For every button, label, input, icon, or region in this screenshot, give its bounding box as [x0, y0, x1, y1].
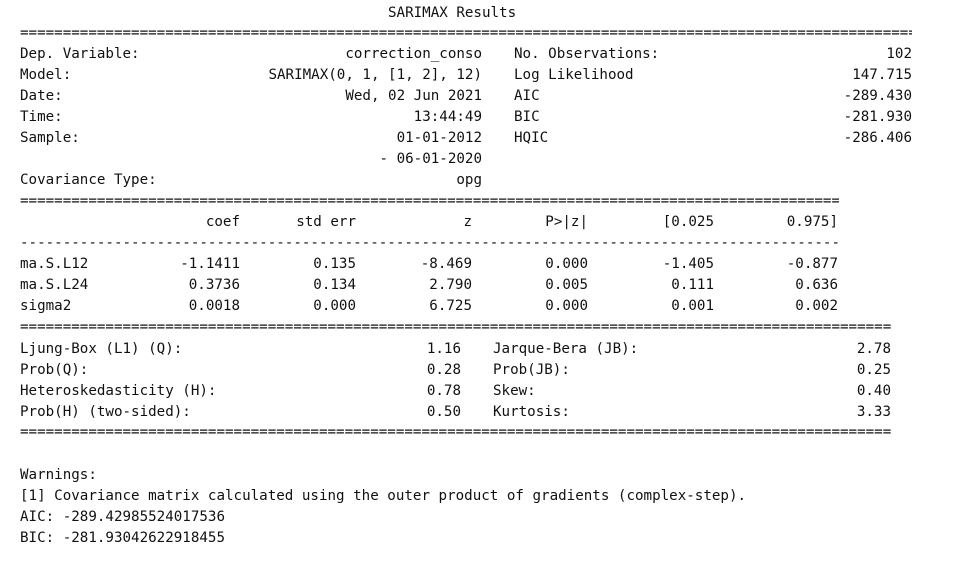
time-value: 13:44:49	[413, 109, 482, 125]
covariance-type-label: Covariance Type:	[20, 172, 157, 188]
p-value: 0.005	[545, 277, 588, 293]
ci-upper-value: -0.877	[786, 256, 838, 272]
hqic-label: HQIC	[514, 130, 549, 146]
ljung-box-value: 1.16	[426, 341, 461, 357]
aic-print-line: AIC: -289.42985524017536	[20, 509, 225, 525]
z-value: 2.790	[429, 277, 472, 293]
log-likelihood-label: Log Likelihood	[514, 67, 634, 83]
param-name: sigma2	[20, 298, 72, 314]
warnings-heading: Warnings:	[20, 467, 97, 483]
prob-h-value: 0.50	[426, 404, 461, 420]
warning-item: [1] Covariance matrix calculated using t…	[20, 488, 747, 504]
z-value: 6.725	[429, 298, 472, 314]
rule-double: ========================================…	[20, 196, 839, 206]
prob-jb-value: 0.25	[856, 362, 891, 378]
col-header-z: z	[463, 214, 472, 230]
std-err-value: 0.000	[313, 298, 356, 314]
col-header-ci-upper: 0.975]	[786, 214, 838, 230]
ci-lower-value: 0.001	[671, 298, 714, 314]
col-header-p-value: P>|z|	[545, 214, 588, 230]
skew-value: 0.40	[856, 383, 891, 399]
aic-value: -289.430	[843, 88, 912, 104]
ci-lower-value: 0.111	[671, 277, 714, 293]
covariance-type-value: opg	[456, 172, 482, 188]
log-likelihood-value: 147.715	[852, 67, 912, 83]
bic-value: -281.930	[843, 109, 912, 125]
coef-value: 0.0018	[188, 298, 240, 314]
n-observations-value: 102	[886, 46, 912, 62]
rule-dashed: ----------------------------------------…	[20, 238, 839, 248]
bic-print-line: BIC: -281.93042622918455	[20, 530, 225, 546]
col-header-std-err: std err	[296, 214, 356, 230]
p-value: 0.000	[545, 256, 588, 272]
skew-label: Skew:	[493, 383, 536, 399]
jarque-bera-value: 2.78	[856, 341, 891, 357]
sample-end-value: - 06-01-2020	[379, 151, 483, 167]
kurtosis-value: 3.33	[856, 404, 891, 420]
date-label: Date:	[20, 88, 63, 104]
hqic-value: -286.406	[843, 130, 912, 146]
col-header-ci-lower: [0.025	[662, 214, 714, 230]
model-value: SARIMAX(0, 1, [1, 2], 12)	[268, 67, 482, 83]
param-name: ma.S.L12	[20, 256, 89, 272]
z-value: -8.469	[420, 256, 472, 272]
std-err-value: 0.134	[313, 277, 356, 293]
rule-double: ========================================…	[20, 427, 891, 437]
rule-double: ========================================…	[20, 28, 912, 38]
dep-variable-label: Dep. Variable:	[20, 46, 140, 62]
date-value: Wed, 02 Jun 2021	[345, 88, 482, 104]
param-name: ma.S.L24	[20, 277, 89, 293]
col-header-coef: coef	[205, 214, 240, 230]
coef-value: -1.1411	[180, 256, 240, 272]
model-label: Model:	[20, 67, 72, 83]
p-value: 0.000	[545, 298, 588, 314]
std-err-value: 0.135	[313, 256, 356, 272]
bic-label: BIC	[514, 109, 540, 125]
jarque-bera-label: Jarque-Bera (JB):	[493, 341, 639, 357]
prob-jb-label: Prob(JB):	[493, 362, 570, 378]
sample-label: Sample:	[20, 130, 80, 146]
heteroskedasticity-label: Heteroskedasticity (H):	[20, 383, 217, 399]
ci-upper-value: 0.002	[795, 298, 838, 314]
prob-h-label: Prob(H) (two-sided):	[20, 404, 191, 420]
kurtosis-label: Kurtosis:	[493, 404, 570, 420]
coef-value: 0.3736	[188, 277, 240, 293]
rule-double: ========================================…	[20, 322, 891, 332]
prob-q-value: 0.28	[426, 362, 461, 378]
dep-variable-value: correction_conso	[345, 46, 482, 62]
aic-label: AIC	[514, 88, 540, 104]
sample-start-value: 01-01-2012	[396, 130, 482, 146]
ljung-box-label: Ljung-Box (L1) (Q):	[20, 341, 183, 357]
prob-q-label: Prob(Q):	[20, 362, 89, 378]
heteroskedasticity-value: 0.78	[426, 383, 461, 399]
n-observations-label: No. Observations:	[514, 46, 660, 62]
ci-lower-value: -1.405	[662, 256, 714, 272]
results-title: SARIMAX Results	[388, 5, 517, 21]
time-label: Time:	[20, 109, 63, 125]
ci-upper-value: 0.636	[795, 277, 838, 293]
